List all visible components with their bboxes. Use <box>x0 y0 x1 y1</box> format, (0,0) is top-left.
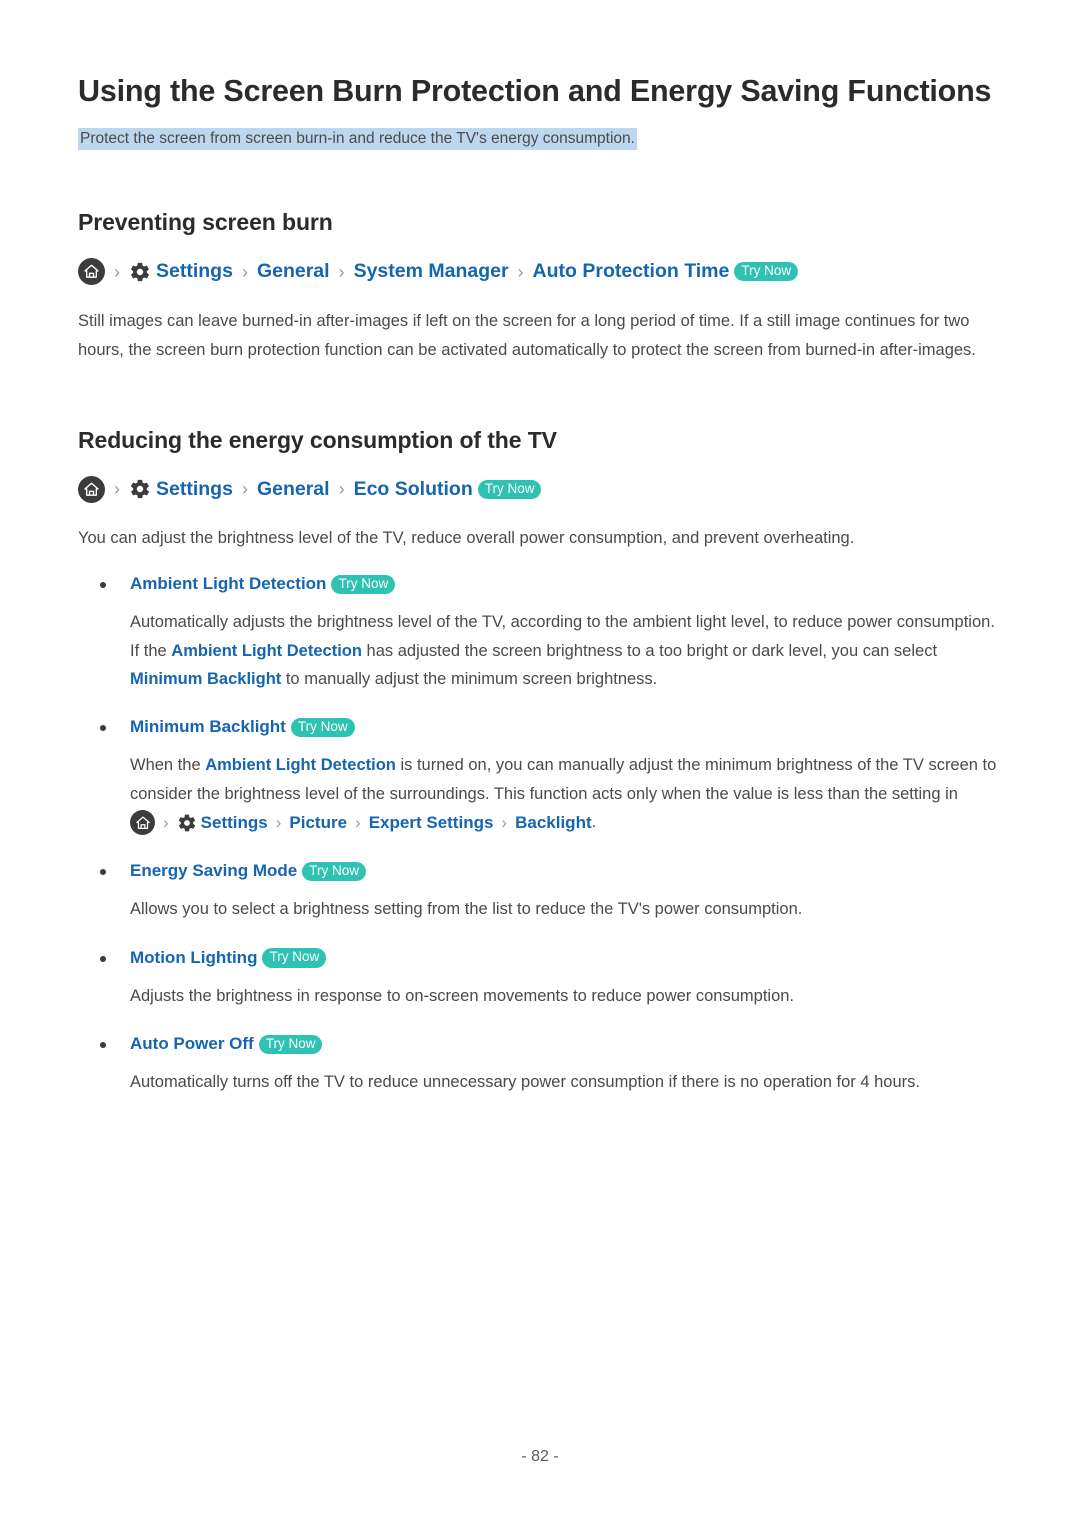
try-now-badge[interactable]: Try Now <box>262 948 327 968</box>
option-description-energy-saving-mode: Allows you to select a brightness settin… <box>130 900 803 919</box>
option-title-minimum-backlight: Minimum Backlight Try Now <box>130 716 1002 739</box>
option-description-auto-power-off: Automatically turns off the TV to reduce… <box>130 1072 920 1091</box>
breadcrumb-separator: › <box>163 813 169 833</box>
option-title-motion-lighting: Motion Lighting Try Now <box>130 947 1002 970</box>
home-icon[interactable] <box>130 810 155 836</box>
breadcrumb-item-auto-protection-time[interactable]: Auto Protection Time <box>533 261 730 282</box>
text-fragment: When the <box>130 756 206 775</box>
gear-icon[interactable] <box>129 261 151 283</box>
breadcrumb-separator: › <box>275 813 282 833</box>
breadcrumb-auto-protection-time: › Settings › General › System Manager › … <box>78 258 1002 286</box>
option-title-energy-saving-mode: Energy Saving Mode Try Now <box>130 860 1002 883</box>
page-subtitle-wrapper: Protect the screen from screen burn-in a… <box>78 127 1002 151</box>
option-label[interactable]: Energy Saving Mode <box>130 860 297 883</box>
breadcrumb-separator: › <box>241 479 248 500</box>
try-now-badge[interactable]: Try Now <box>331 575 396 595</box>
breadcrumb-item-general[interactable]: General <box>257 261 330 282</box>
inline-link-minimum-backlight[interactable]: Minimum Backlight <box>130 670 281 688</box>
eco-solution-options-list: Ambient Light Detection Try Now Automati… <box>78 573 1002 1096</box>
breadcrumb-separator: › <box>114 261 120 282</box>
bullet-point-icon <box>100 1041 106 1048</box>
breadcrumb-item-settings[interactable]: Settings <box>156 479 233 500</box>
breadcrumb-separator: › <box>501 813 508 833</box>
try-now-badge[interactable]: Try Now <box>734 262 799 282</box>
text-fragment: . <box>591 813 597 832</box>
list-item: Ambient Light Detection Try Now Automati… <box>78 573 1002 693</box>
breadcrumb-separator: › <box>114 479 120 500</box>
option-label[interactable]: Minimum Backlight <box>130 716 286 739</box>
page-subtitle: Protect the screen from screen burn-in a… <box>78 128 637 151</box>
inline-breadcrumb-backlight: › Settings › Picture › Expert Settings › Backli… <box>130 808 592 837</box>
list-item: Auto Power Off Try Now Automatically tur… <box>78 1033 1002 1096</box>
section-heading-reducing-energy-consumption: Reducing the energy consumption of the T… <box>78 426 557 453</box>
option-label[interactable]: Motion Lighting <box>130 947 257 970</box>
breadcrumb-item-settings[interactable]: Settings <box>201 808 268 837</box>
bullet-point-icon <box>100 725 106 732</box>
home-icon[interactable] <box>78 475 105 503</box>
paragraph-screen-burn: Still images can leave burned-in after-i… <box>78 312 976 359</box>
inline-link-ambient-light-detection[interactable]: Ambient Light Detection <box>205 756 396 774</box>
option-description-motion-lighting: Adjusts the brightness in response to on… <box>130 986 795 1005</box>
try-now-badge[interactable]: Try Now <box>258 1034 323 1054</box>
breadcrumb-item-eco-solution[interactable]: Eco Solution <box>354 479 473 500</box>
try-now-badge[interactable]: Try Now <box>477 479 542 499</box>
option-description-ambient-light-detection: Automatically adjusts the brightness lev… <box>130 608 1002 693</box>
breadcrumb-item-settings[interactable]: Settings <box>156 261 233 282</box>
list-item: Minimum Backlight Try Now When the Ambie… <box>78 716 1002 837</box>
paragraph-eco-solution: You can adjust the brightness level of t… <box>78 528 855 547</box>
breadcrumb-separator: › <box>355 813 361 833</box>
text-fragment: to manually adjust the minimum screen br… <box>281 669 658 688</box>
breadcrumb-separator: › <box>338 261 345 282</box>
breadcrumb-separator: › <box>241 261 248 282</box>
option-title-ambient-light-detection: Ambient Light Detection Try Now <box>130 573 1002 596</box>
inline-link-ambient-light-detection[interactable]: Ambient Light Detection <box>171 642 362 660</box>
try-now-badge[interactable]: Try Now <box>302 862 366 882</box>
page-number: - 82 - <box>521 1448 559 1465</box>
home-icon[interactable] <box>78 258 105 286</box>
text-fragment: has adjusted the screen brightness to a … <box>361 641 938 660</box>
breadcrumb-item-general[interactable]: General <box>257 479 330 500</box>
breadcrumb-separator: › <box>338 479 345 500</box>
breadcrumb-item-picture[interactable]: Picture <box>289 808 347 837</box>
option-label[interactable]: Auto Power Off <box>130 1033 254 1056</box>
breadcrumb-eco-solution: › Settings › General › Eco Solution Try … <box>78 475 1002 503</box>
document-page: Using the Screen Burn Protection and Ene… <box>0 0 1080 1527</box>
bullet-point-icon <box>100 869 106 876</box>
page-title: Using the Screen Burn Protection and Ene… <box>78 74 992 108</box>
bullet-point-icon <box>100 955 106 962</box>
list-item: Motion Lighting Try Now Adjusts the brig… <box>78 947 1002 1010</box>
option-title-auto-power-off: Auto Power Off Try Now <box>130 1033 1002 1056</box>
option-description-minimum-backlight: When the Ambient Light Detection is turn… <box>130 751 1002 837</box>
gear-icon[interactable] <box>177 813 197 833</box>
breadcrumb-item-expert-settings[interactable]: Expert Settings <box>369 808 494 837</box>
breadcrumb-item-system-manager[interactable]: System Manager <box>354 261 509 282</box>
section-heading-preventing-screen-burn: Preventing screen burn <box>78 209 333 236</box>
breadcrumb-item-backlight[interactable]: Backlight <box>515 808 592 837</box>
try-now-badge[interactable]: Try Now <box>290 718 355 738</box>
option-label[interactable]: Ambient Light Detection <box>130 573 326 596</box>
gear-icon[interactable] <box>129 478 151 500</box>
bullet-point-icon <box>100 582 106 589</box>
breadcrumb-separator: › <box>517 261 524 282</box>
list-item: Energy Saving Mode Try Now Allows you to… <box>78 860 1002 923</box>
